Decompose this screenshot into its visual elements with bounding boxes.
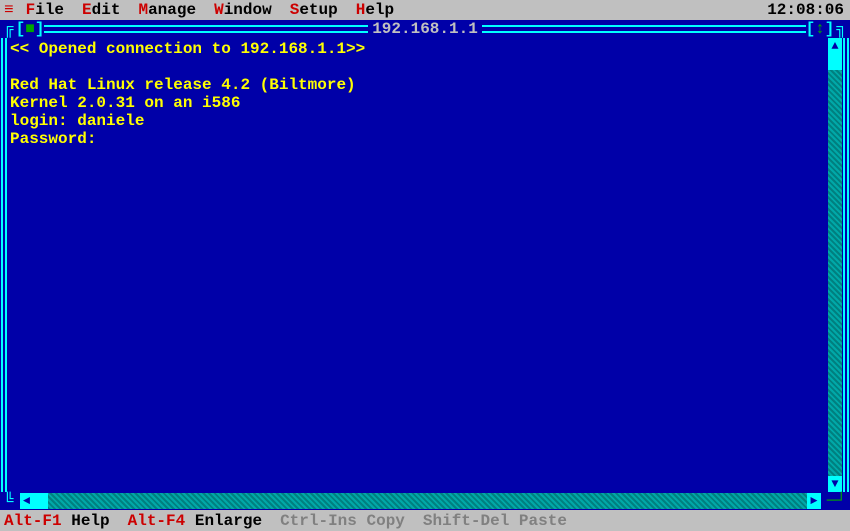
frame-corner-tr: ╗	[834, 20, 848, 38]
scroll-right-icon[interactable]: ►	[807, 493, 821, 509]
frame-corner-tl: ╔	[2, 20, 16, 38]
horizontal-scrollbar[interactable]: ◄ ►	[20, 493, 821, 509]
scroll-thumb[interactable]	[828, 54, 842, 70]
scroll-down-icon[interactable]: ▼	[828, 476, 842, 492]
frame-right	[842, 38, 850, 492]
scroll-left-icon[interactable]: ◄	[20, 493, 34, 509]
window-body: << Opened connection to 192.168.1.1>> Re…	[0, 38, 850, 492]
status-enlarge[interactable]: Alt-F4 Enlarge	[128, 512, 262, 530]
menubar: ≡ File Edit Manage Window Setup Help 12:…	[0, 0, 850, 20]
scroll-up-icon[interactable]: ▲	[828, 38, 842, 54]
hscroll-track[interactable]	[48, 493, 807, 509]
clock: 12:08:06	[767, 1, 844, 19]
terminal-line: Password:	[10, 130, 96, 148]
menu-setup[interactable]: Setup	[290, 1, 338, 19]
maximize-box[interactable]: [↕]	[806, 20, 835, 38]
hscroll-thumb[interactable]	[34, 493, 48, 509]
close-box[interactable]: [■]	[16, 20, 45, 38]
statusbar: Alt-F1 Help Alt-F4 Enlarge Ctrl-Ins Copy…	[0, 510, 850, 531]
menu-window[interactable]: Window	[214, 1, 272, 19]
status-paste: Shift-Del Paste	[423, 512, 567, 530]
window-title: 192.168.1.1	[368, 20, 482, 38]
terminal-line: Red Hat Linux release 4.2 (Biltmore)	[10, 76, 356, 94]
frame-corner-bl: ╚	[2, 492, 16, 510]
status-copy: Ctrl-Ins Copy	[280, 512, 405, 530]
scroll-track[interactable]	[828, 70, 842, 476]
vertical-scrollbar[interactable]: ▲ ▼	[828, 38, 842, 492]
status-help[interactable]: Alt-F1 Help	[4, 512, 110, 530]
window-frame-top: ╔ [■] 192.168.1.1 [↕] ╗	[0, 20, 850, 38]
terminal-line: << Opened connection to 192.168.1.1>>	[10, 40, 365, 58]
menu-edit[interactable]: Edit	[82, 1, 120, 19]
terminal-line: login: daniele	[10, 112, 144, 130]
terminal-line: Kernel 2.0.31 on an i586	[10, 94, 240, 112]
menu-file[interactable]: File	[26, 1, 64, 19]
terminal-output[interactable]: << Opened connection to 192.168.1.1>> Re…	[8, 38, 828, 492]
menu-help[interactable]: Help	[356, 1, 394, 19]
frame-line	[482, 21, 806, 37]
frame-line	[44, 21, 368, 37]
menu-manage[interactable]: Manage	[138, 1, 196, 19]
frame-left	[0, 38, 8, 492]
system-menu-icon[interactable]: ≡	[4, 1, 14, 19]
resize-handle[interactable]: ─┘	[825, 492, 848, 510]
window-frame-bottom: ╚ ◄ ► ─┘	[0, 492, 850, 510]
